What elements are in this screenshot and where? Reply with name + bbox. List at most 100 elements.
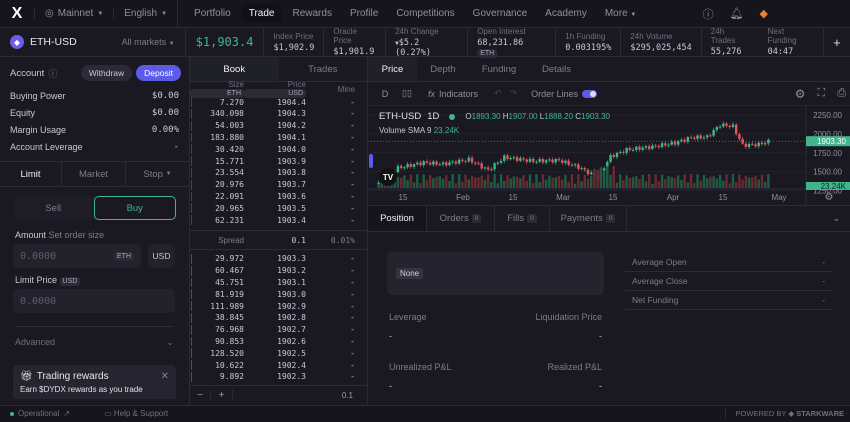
candle [490, 169, 493, 171]
candle [493, 163, 496, 170]
language-selector[interactable]: English ▼ [113, 8, 177, 19]
settings-icon[interactable]: ⚙ [795, 87, 806, 101]
tab-book[interactable]: Book [190, 57, 279, 81]
bid-row[interactable]: 76.968 1902.7- [190, 324, 367, 336]
candle [396, 166, 400, 173]
candle [541, 159, 545, 163]
ask-row[interactable]: 20.976 1903.7- [190, 179, 367, 191]
dydx-logo[interactable]: X [0, 5, 34, 23]
nav-rewards[interactable]: Rewards [284, 4, 339, 23]
positions-panel: Position Orders 0 Fills 0 Payments 0 ⌄ None… [368, 205, 850, 405]
advanced-toggle[interactable]: Advanced ⌄ [15, 326, 174, 348]
limit-price-input[interactable]: 0.0000 [13, 289, 175, 313]
nav-academy[interactable]: Academy [537, 4, 595, 23]
volume-bar [725, 174, 728, 188]
volume-bar [493, 174, 496, 188]
nav-governance[interactable]: Governance [465, 4, 535, 23]
bid-row[interactable]: 60.467 1903.2- [190, 265, 367, 277]
help-support-link[interactable]: ▭ Help & Support [104, 409, 168, 418]
order-type-stop[interactable]: Stop ▼ [126, 162, 189, 186]
amount-input[interactable]: 0.0000 ETH [13, 244, 141, 268]
volume-bar [467, 179, 471, 188]
withdraw-button[interactable]: Withdraw [80, 65, 133, 81]
candle [409, 164, 413, 167]
collapse-chevron-icon[interactable]: ⌄ [832, 213, 840, 224]
ask-row[interactable]: 7.270 1904.4- [190, 96, 367, 108]
ask-row[interactable]: 62.231 1903.4- [190, 214, 367, 226]
tab-position[interactable]: Position [368, 206, 426, 231]
volume-bar [419, 182, 422, 188]
tab-price[interactable]: Price [368, 57, 417, 81]
usd-toggle-button[interactable]: USD [148, 244, 175, 268]
x-tick: 15 [719, 193, 728, 202]
bell-icon[interactable]: 🔔︎ [730, 7, 744, 20]
bid-row[interactable]: 81.919 1903.0- [190, 288, 367, 300]
ask-row[interactable]: 30.420 1904.0- [190, 143, 367, 155]
redo-icon[interactable]: ↷ [510, 88, 518, 99]
nav-competitions[interactable]: Competitions [388, 4, 462, 23]
ask-row[interactable]: 340.098 1904.3- [190, 108, 367, 120]
volume-bar [660, 174, 664, 188]
info-icon[interactable]: ⓘ [48, 67, 57, 80]
order-lines-toggle[interactable] [582, 89, 598, 98]
wallet-fox-icon[interactable]: ◆ [760, 7, 768, 20]
undo-icon[interactable]: ↶ [494, 88, 502, 99]
nav-profile[interactable]: Profile [342, 4, 386, 23]
bid-row[interactable]: 128.520 1902.5- [190, 347, 367, 359]
interval-selector[interactable]: D [368, 89, 402, 99]
order-type-limit[interactable]: Limit [0, 162, 62, 186]
candle [635, 146, 638, 150]
ask-row[interactable]: 15.771 1903.9- [190, 155, 367, 167]
ask-row[interactable]: 23.554 1903.8- [190, 167, 367, 179]
order-type-market[interactable]: Market [62, 162, 126, 186]
nav-more[interactable]: More ▼ [597, 4, 645, 23]
tab-payments[interactable]: Payments 0 [549, 206, 627, 231]
zoom-out-button[interactable]: − [190, 390, 211, 401]
buy-toggle[interactable]: Buy [93, 196, 176, 220]
fullscreen-icon[interactable]: ⛶ [817, 87, 825, 100]
bid-row[interactable]: 9.892 1902.3- [190, 371, 367, 383]
bid-row[interactable]: 90.853 1902.6- [190, 336, 367, 348]
ask-row[interactable]: 20.965 1903.5- [190, 202, 367, 214]
help-icon[interactable]: ⓘ [703, 6, 714, 22]
bid-row[interactable]: 29.972 1903.3- [190, 253, 367, 265]
sell-toggle[interactable]: Sell [13, 196, 94, 220]
sidebar-expand-handle[interactable] [369, 154, 373, 168]
tab-details[interactable]: Details [529, 57, 584, 81]
camera-icon[interactable]: ⎙ [837, 87, 846, 100]
tab-fills[interactable]: Fills 0 [494, 206, 549, 231]
price-grouping[interactable]: 0.1 [342, 391, 353, 400]
volume-bar [612, 166, 615, 188]
indicators-button[interactable]: fx Indicators [428, 89, 478, 99]
tab-orders[interactable]: Orders 0 [426, 206, 494, 231]
network-selector[interactable]: ◎ Mainnet ▼ [34, 8, 113, 19]
depth-bar [191, 371, 192, 382]
volume-bar [441, 178, 445, 188]
volume-bar [686, 182, 690, 188]
ask-row[interactable]: 54.003 1904.2- [190, 120, 367, 132]
ask-row[interactable]: 183.880 1904.1- [190, 132, 367, 144]
ask-row[interactable]: 22.091 1903.6- [190, 191, 367, 203]
volume-bar [425, 180, 429, 188]
bid-row[interactable]: 45.751 1903.1- [190, 277, 367, 289]
status-link[interactable]: Operational [18, 409, 59, 418]
candle-style-icon[interactable]: ▯▯ [402, 88, 422, 99]
bid-row[interactable]: 111.989 1902.9- [190, 300, 367, 312]
nav-portfolio[interactable]: Portfolio [186, 4, 239, 23]
tab-trades[interactable]: Trades [279, 57, 368, 81]
nav-trade[interactable]: Trade [240, 4, 283, 23]
volume-bar [445, 174, 448, 188]
bid-row[interactable]: 10.622 1902.4- [190, 359, 367, 371]
add-market-button[interactable]: + [822, 27, 850, 57]
tab-depth[interactable]: Depth [417, 57, 469, 81]
time-settings-icon[interactable]: ⚙ [825, 192, 834, 203]
close-icon[interactable]: ✕ [161, 371, 169, 382]
tab-funding[interactable]: Funding [469, 57, 529, 81]
candle [725, 123, 728, 126]
bid-row[interactable]: 38.845 1902.8- [190, 312, 367, 324]
deposit-button[interactable]: Deposit [136, 65, 181, 81]
candle [561, 160, 564, 163]
market-selector[interactable]: ◆ ETH-USD All markets ▼ [0, 35, 185, 49]
volume-bar [525, 180, 529, 188]
zoom-in-button[interactable]: + [211, 390, 233, 401]
